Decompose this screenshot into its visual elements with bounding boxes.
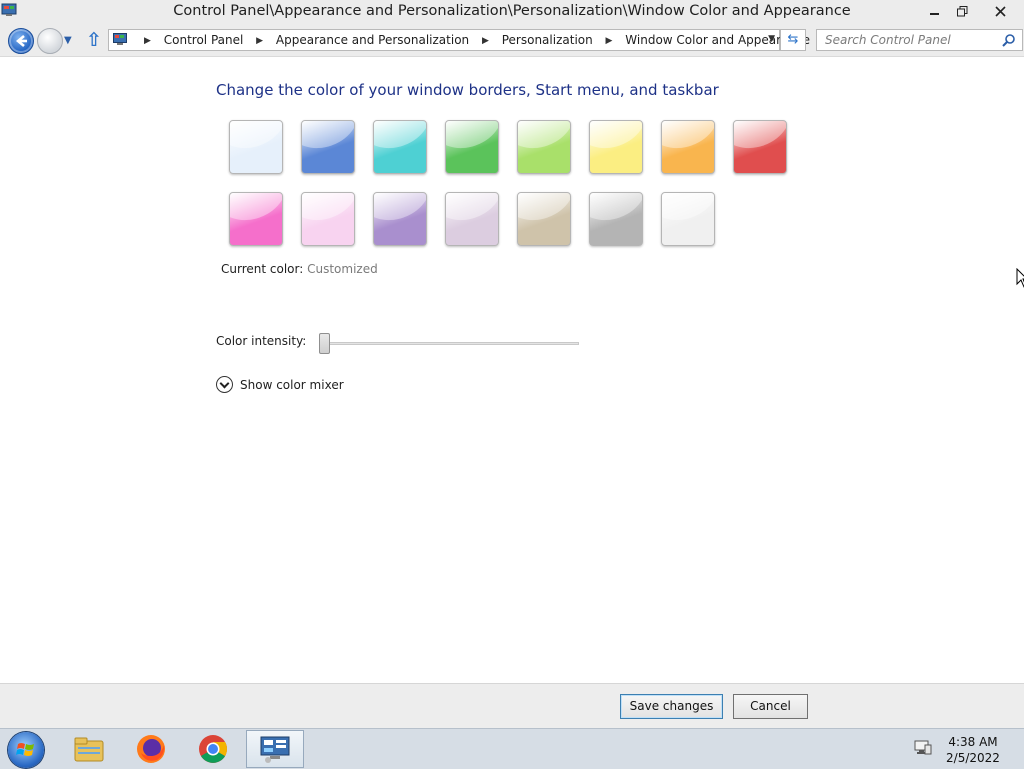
breadcrumb-control-panel[interactable]: Control Panel bbox=[164, 33, 244, 47]
breadcrumb-appearance[interactable]: Appearance and Personalization bbox=[276, 33, 469, 47]
search-icon[interactable] bbox=[1002, 33, 1016, 47]
search-box[interactable] bbox=[816, 29, 1023, 51]
file-explorer-icon bbox=[74, 737, 104, 762]
restore-button[interactable] bbox=[948, 0, 976, 22]
action-bar: Save changes Cancel bbox=[0, 683, 1024, 729]
minimize-button[interactable] bbox=[920, 0, 948, 22]
minimize-icon bbox=[929, 13, 939, 15]
back-arrow-icon bbox=[15, 35, 27, 47]
current-color-text: Current color: Customized bbox=[221, 262, 378, 276]
current-color-label: Current color: bbox=[221, 262, 304, 276]
close-button[interactable] bbox=[978, 0, 1022, 22]
start-button[interactable] bbox=[8, 732, 44, 768]
color-swatch-lavender[interactable] bbox=[445, 192, 499, 246]
page-heading: Change the color of your window borders,… bbox=[216, 81, 719, 99]
clock-date: 2/5/2022 bbox=[946, 751, 1000, 765]
refresh-button[interactable]: ⇆ bbox=[780, 29, 806, 51]
color-swatch-sea[interactable] bbox=[373, 120, 427, 174]
title-bar: Control Panel\Appearance and Personaliza… bbox=[0, 0, 1024, 26]
color-swatch-sky[interactable] bbox=[229, 120, 283, 174]
chrome-icon bbox=[199, 735, 227, 763]
recent-pages-dropdown-icon[interactable]: ▼ bbox=[64, 35, 72, 46]
color-swatch-pink[interactable] bbox=[301, 192, 355, 246]
color-swatch-violet[interactable] bbox=[373, 192, 427, 246]
address-bar[interactable]: ▶ Control Panel ▶ Appearance and Persona… bbox=[108, 29, 810, 51]
restore-icon bbox=[956, 5, 967, 16]
color-intensity-slider-thumb[interactable] bbox=[319, 333, 330, 354]
navigation-bar: ▼ ⇧ ▶ Control Panel ▶ Appearance and Per… bbox=[0, 26, 1024, 57]
current-color-value: Customized bbox=[307, 262, 378, 276]
breadcrumb-separator-icon[interactable]: ▶ bbox=[256, 36, 263, 46]
breadcrumb-separator-icon[interactable]: ▶ bbox=[606, 36, 613, 46]
control-panel-icon bbox=[113, 33, 127, 45]
color-swatch-taupe[interactable] bbox=[517, 192, 571, 246]
breadcrumb-personalization[interactable]: Personalization bbox=[502, 33, 593, 47]
breadcrumb-separator-icon[interactable]: ▶ bbox=[482, 36, 489, 46]
color-swatch-twilight[interactable] bbox=[301, 120, 355, 174]
color-swatch-frost[interactable] bbox=[661, 192, 715, 246]
breadcrumb-separator-icon[interactable]: ▶ bbox=[144, 36, 151, 46]
up-arrow-icon[interactable]: ⇧ bbox=[86, 29, 102, 51]
color-swatch-pumpkin[interactable] bbox=[661, 120, 715, 174]
color-swatch-chocolate[interactable] bbox=[589, 192, 643, 246]
save-changes-button[interactable]: Save changes bbox=[620, 694, 723, 719]
cancel-button[interactable]: Cancel bbox=[733, 694, 808, 719]
network-icon[interactable] bbox=[914, 740, 932, 756]
address-dropdown-icon[interactable]: ▼ bbox=[768, 34, 775, 44]
close-icon bbox=[994, 5, 1006, 17]
chevron-down-icon[interactable] bbox=[216, 376, 233, 393]
color-swatch-fuchsia[interactable] bbox=[229, 192, 283, 246]
system-clock[interactable]: 4:38 AM 2/5/2022 bbox=[940, 734, 1006, 766]
color-intensity-label: Color intensity: bbox=[216, 334, 307, 348]
breadcrumb: ▶ Control Panel ▶ Appearance and Persona… bbox=[135, 33, 810, 47]
taskbar: 4:38 AM 2/5/2022 bbox=[0, 728, 1024, 769]
taskbar-chrome[interactable] bbox=[184, 730, 242, 768]
taskbar-file-explorer[interactable] bbox=[60, 730, 118, 768]
show-color-mixer-label[interactable]: Show color mixer bbox=[240, 378, 344, 392]
taskbar-control-panel[interactable] bbox=[246, 730, 304, 768]
forward-button[interactable] bbox=[37, 28, 63, 54]
color-swatch-lime[interactable] bbox=[517, 120, 571, 174]
mouse-cursor-icon bbox=[1016, 268, 1024, 288]
color-intensity-slider-track[interactable] bbox=[322, 342, 579, 345]
control-panel-icon bbox=[260, 736, 290, 763]
window-title: Control Panel\Appearance and Personaliza… bbox=[173, 3, 851, 19]
taskbar-firefox[interactable] bbox=[122, 730, 180, 768]
color-swatch-leaf[interactable] bbox=[445, 120, 499, 174]
color-swatch-blush[interactable] bbox=[733, 120, 787, 174]
refresh-icon: ⇆ bbox=[787, 32, 799, 47]
windows-logo-icon bbox=[16, 743, 34, 756]
back-button[interactable] bbox=[8, 28, 34, 54]
search-input[interactable] bbox=[823, 32, 997, 48]
firefox-icon bbox=[137, 735, 165, 763]
clock-time: 4:38 AM bbox=[948, 735, 998, 749]
color-swatch-lemon[interactable] bbox=[589, 120, 643, 174]
